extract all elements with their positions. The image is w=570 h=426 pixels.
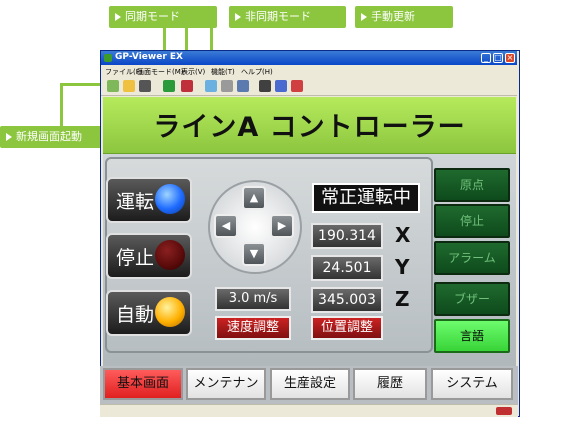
sync-mode-callout: 同期モード — [109, 6, 217, 28]
minimize-button[interactable]: _ — [481, 53, 491, 63]
position-adjust-button[interactable]: 位置調整 — [311, 316, 383, 340]
tab-maintenance[interactable]: メンテナンス — [186, 368, 266, 419]
z-value: 345.003 — [318, 292, 376, 308]
y-value: 24.501 — [322, 260, 372, 276]
title-bar: GP-Viewer EX _ □ × — [101, 51, 517, 65]
tab-system[interactable]: システム — [431, 368, 513, 400]
alarm-label: アラーム — [448, 251, 496, 265]
sync-mode-icon[interactable] — [163, 80, 175, 92]
tab-basic-screen[interactable]: 基本画面 — [103, 368, 183, 400]
banner: ラインA コントローラー — [103, 97, 516, 155]
buzzer-label: ブザー — [453, 292, 490, 306]
sync-mode-label: 同期モード — [125, 10, 180, 23]
play-arrow-icon — [235, 13, 241, 21]
new-screen-icon[interactable] — [107, 80, 119, 92]
down-arrow-icon[interactable]: ▼ — [242, 242, 266, 266]
language-button[interactable]: 言語 — [434, 319, 510, 353]
right-arrow-icon[interactable]: ▶ — [270, 214, 294, 238]
auto-lamp-icon — [155, 297, 185, 327]
status-display: 常正運転中 — [312, 183, 420, 213]
menu-bar: ファイル(F) 画面モード(M) 表示(V) 機能(T) ヘルプ(H) — [101, 65, 517, 77]
auto-label: 自動 — [116, 304, 155, 326]
connector-line — [60, 83, 63, 127]
run-lamp-icon — [155, 184, 185, 214]
manual-update-label: 手動更新 — [371, 10, 415, 23]
tab-label: 生産設定 — [283, 376, 336, 391]
save-icon[interactable] — [139, 80, 151, 92]
language-label: 言語 — [459, 329, 484, 343]
side-stop-button[interactable]: 停止 — [434, 204, 510, 238]
play-arrow-icon — [115, 13, 121, 21]
z-axis-label: Z — [395, 287, 410, 311]
left-arrow-icon[interactable]: ◀ — [214, 214, 238, 238]
play-arrow-icon — [361, 13, 367, 21]
async-mode-icon[interactable] — [181, 80, 193, 92]
speed-adjust-button[interactable]: 速度調整 — [215, 316, 291, 340]
async-mode-label: 非同期モード — [245, 10, 311, 23]
exit-icon[interactable] — [291, 80, 303, 92]
screen-title: ラインA コントローラー — [153, 112, 466, 143]
tab-label: 履歴 — [376, 376, 403, 391]
tool-icon[interactable] — [237, 80, 249, 92]
menu-function[interactable]: 機能(T) — [211, 67, 235, 77]
settings-icon[interactable] — [275, 80, 287, 92]
buzzer-button[interactable]: ブザー — [434, 282, 510, 316]
maximize-button[interactable]: □ — [493, 53, 503, 63]
toolbar — [101, 77, 517, 96]
run-label: 運転 — [116, 191, 155, 213]
logo-icon — [496, 407, 512, 415]
speed-adjust-label: 速度調整 — [226, 320, 279, 335]
run-button[interactable]: 運転 — [106, 177, 192, 223]
menu-screen-mode[interactable]: 画面モード(M) — [137, 67, 184, 77]
tab-label: 基本画面 — [116, 376, 169, 391]
y-axis-label: Y — [395, 255, 410, 279]
home-button[interactable]: 原点 — [434, 168, 510, 202]
side-stop-label: 停止 — [459, 214, 484, 228]
stop-lamp-icon — [155, 240, 185, 270]
x-value-display: 190.314 — [311, 223, 383, 249]
close-button[interactable]: × — [505, 53, 515, 63]
menu-help[interactable]: ヘルプ(H) — [241, 67, 273, 77]
app-icon — [104, 54, 112, 62]
manual-update-callout: 手動更新 — [355, 6, 453, 28]
direction-pad: ▲ ◀ ▶ ▼ — [208, 180, 302, 274]
async-mode-callout: 非同期モード — [229, 6, 346, 28]
menu-view[interactable]: 表示(V) — [181, 67, 205, 77]
camera-icon[interactable] — [259, 80, 271, 92]
position-adjust-label: 位置調整 — [320, 320, 373, 335]
x-value: 190.314 — [318, 228, 376, 244]
speed-display: 3.0 m/s — [215, 287, 291, 311]
z-value-display: 345.003 — [311, 287, 383, 313]
tab-label: システム — [446, 376, 498, 391]
y-value-display: 24.501 — [311, 255, 383, 281]
manual-update-icon[interactable] — [205, 80, 217, 92]
status-bar — [100, 404, 518, 417]
tab-production-settings[interactable]: 生産設定 — [270, 368, 350, 400]
stop-button[interactable]: 停止 — [106, 233, 192, 279]
up-arrow-icon[interactable]: ▲ — [242, 186, 266, 210]
auto-button[interactable]: 自動 — [106, 290, 192, 336]
status-text: 常正運転中 — [321, 187, 411, 208]
x-axis-label: X — [395, 223, 411, 247]
home-label: 原点 — [459, 178, 484, 192]
play-arrow-icon — [6, 133, 12, 141]
folder-icon[interactable] — [123, 80, 135, 92]
window-title: GP-Viewer EX — [115, 52, 183, 62]
alarm-button[interactable]: アラーム — [434, 241, 510, 275]
speed-value: 3.0 m/s — [228, 291, 278, 306]
copy-icon[interactable] — [221, 80, 233, 92]
tab-history[interactable]: 履歴 — [353, 368, 427, 400]
stop-label: 停止 — [116, 247, 155, 269]
new-screen-label: 新規画面起動 — [16, 130, 82, 143]
